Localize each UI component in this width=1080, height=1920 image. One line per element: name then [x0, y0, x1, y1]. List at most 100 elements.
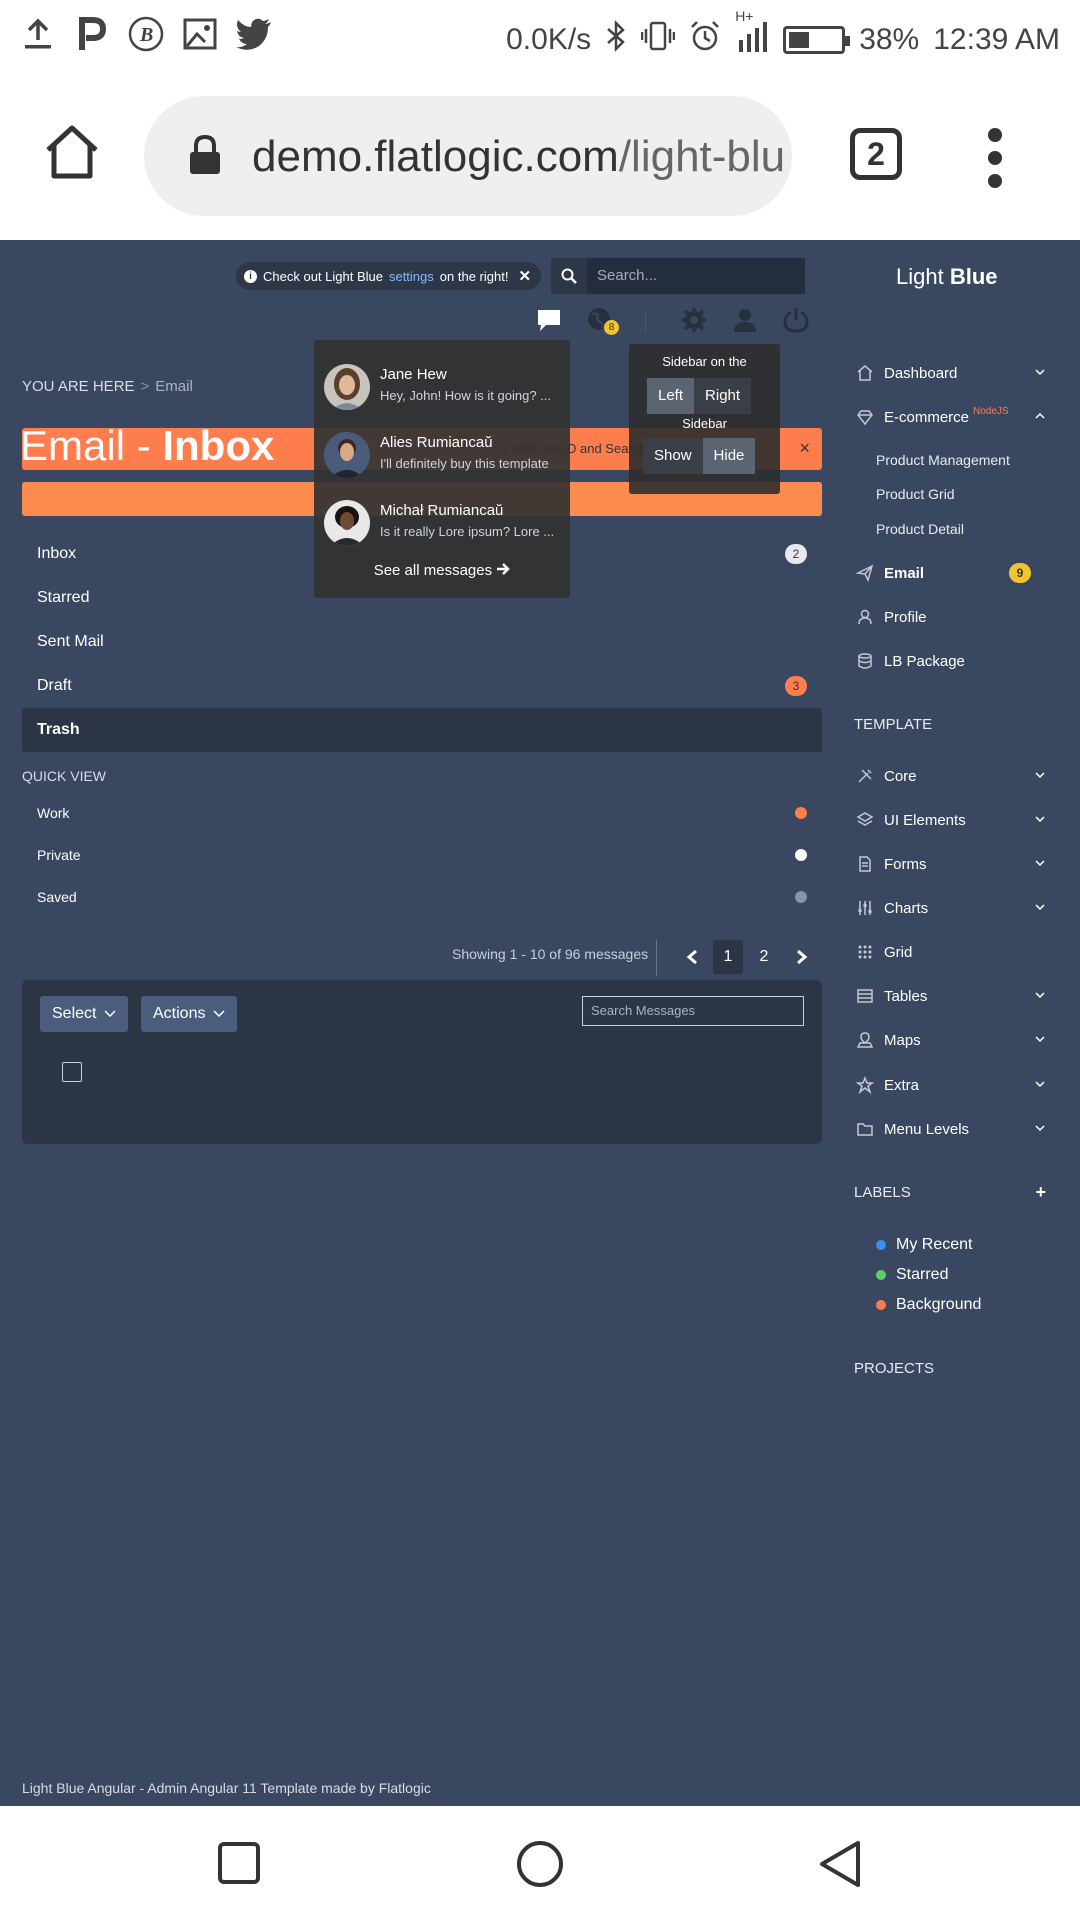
title-main: Email - — [20, 422, 163, 469]
table-icon — [857, 989, 873, 1003]
sidebar-item-tables[interactable]: Tables — [856, 981, 1056, 1011]
browser-menu-icon[interactable] — [988, 128, 1002, 188]
avatar — [324, 500, 370, 546]
sidebar-item-ecommerce[interactable]: E-commerce NodeJS — [856, 402, 1056, 432]
status-dot — [795, 849, 807, 861]
tab-switcher-button[interactable]: 2 — [850, 128, 902, 180]
sidebar-hide-button[interactable]: Hide — [702, 438, 756, 474]
folder-icon — [857, 1123, 873, 1136]
clock: 12:39 AM — [933, 23, 1060, 56]
prev-page-icon[interactable] — [682, 940, 702, 974]
sidebar-item-label: Email — [884, 564, 925, 582]
page-1[interactable]: 1 — [713, 940, 743, 974]
page-2[interactable]: 2 — [752, 940, 776, 974]
folder-count: 3 — [785, 676, 807, 696]
search-input[interactable]: Search... — [587, 258, 805, 294]
select-all-checkbox[interactable] — [62, 1062, 82, 1082]
label-item[interactable]: Background — [876, 1296, 981, 1314]
sidebar-item-lb-package[interactable]: LB Package — [856, 646, 1056, 676]
breadcrumb-separator: > — [140, 378, 150, 395]
chevron-down-icon — [213, 1010, 225, 1018]
label-item[interactable]: Starred — [876, 1266, 948, 1284]
notice-settings-link[interactable]: settings — [389, 269, 434, 284]
message-sender: Alies Rumiancaŭ — [380, 434, 493, 451]
sidebar-left-button[interactable]: Left — [647, 378, 695, 414]
search-messages-input[interactable]: Search Messages — [582, 996, 804, 1026]
alarm-icon — [689, 20, 721, 60]
sidebar-item-dashboard[interactable]: Dashboard — [856, 358, 1056, 388]
sidebar-position-toggle: Left Right — [647, 378, 752, 414]
next-page-icon[interactable] — [792, 940, 812, 974]
see-all-messages-link[interactable]: See all messages — [314, 562, 570, 579]
sidebar-item-ui-elements[interactable]: UI Elements — [856, 805, 1056, 835]
sidebar-item-label: Maps — [884, 1031, 921, 1049]
message-preview: Hey, John! How is it going? ... — [380, 388, 552, 403]
message-item[interactable]: Michał Rumiancaŭ Is it really Lore ipsum… — [324, 496, 564, 554]
sidebar-item-extra[interactable]: Extra — [856, 1070, 1056, 1100]
message-preview: I'll definitely buy this template — [380, 456, 549, 471]
sidebar-subitem-product-detail[interactable]: Product Detail — [876, 521, 964, 537]
message-panel: Select Actions Search Messages — [22, 980, 822, 1144]
power-icon[interactable] — [782, 306, 810, 334]
quick-view-saved[interactable]: Saved — [22, 876, 822, 918]
app-content: i Check out Light Blue settings on the r… — [0, 240, 1080, 1806]
sidebar-right-button[interactable]: Right — [694, 378, 752, 414]
address-bar[interactable]: demo.flatlogic.com/light-blu — [144, 96, 792, 216]
url-path: /light-blu — [618, 132, 786, 181]
diamond-icon — [857, 410, 873, 426]
select-dropdown[interactable]: Select — [40, 996, 129, 1032]
folder-draft[interactable]: Draft 3 — [22, 664, 822, 708]
chevron-down-icon — [1035, 904, 1045, 911]
message-item[interactable]: Jane Hew Hey, John! How is it going? ... — [324, 360, 564, 418]
email-count-badge: 9 — [1009, 563, 1031, 583]
quick-view-work[interactable]: Work — [22, 792, 822, 834]
sidebar-show-button[interactable]: Show — [643, 438, 703, 474]
message-sender: Michał Rumiancaŭ — [380, 502, 504, 519]
sidebar-item-core[interactable]: Core — [856, 761, 1056, 791]
sidebar-item-label: UI Elements — [884, 811, 966, 829]
sidebar-item-maps[interactable]: Maps — [856, 1025, 1056, 1055]
label-text: Background — [896, 1296, 982, 1313]
sidebar-item-profile[interactable]: Profile — [856, 602, 1056, 632]
quick-view-private[interactable]: Private — [22, 834, 822, 876]
battery-percent: 38% — [859, 23, 920, 56]
label-text: Starred — [896, 1266, 949, 1283]
messages-icon[interactable] — [535, 306, 563, 334]
chevron-down-icon — [1035, 860, 1045, 867]
notice-close-icon[interactable]: ✕ — [518, 267, 531, 285]
add-label-icon[interactable]: + — [1035, 1182, 1046, 1203]
message-item[interactable]: Alies Rumiancaŭ I'll definitely buy this… — [324, 428, 564, 486]
sidebar-subitem-product-grid[interactable]: Product Grid — [876, 486, 955, 502]
home-icon[interactable] — [42, 122, 102, 182]
sidebar-item-label: Forms — [884, 855, 927, 873]
lock-icon — [188, 134, 222, 176]
quick-view-title: QUICK VIEW — [22, 768, 107, 784]
status-dot — [795, 891, 807, 903]
sidebar-item-grid[interactable]: Grid — [856, 937, 1056, 967]
sidebar-item-email[interactable]: Email 9 — [856, 558, 1056, 588]
quick-view-list: Work Private Saved — [22, 792, 822, 918]
label-item[interactable]: My Recent — [876, 1236, 972, 1254]
recents-icon[interactable] — [218, 1842, 260, 1884]
search-icon — [551, 268, 587, 284]
sidebar-item-menu-levels[interactable]: Menu Levels — [856, 1114, 1056, 1144]
folder-sent-mail[interactable]: Sent Mail — [22, 620, 822, 664]
sidebar-item-forms[interactable]: Forms — [856, 849, 1056, 879]
folder-label: Inbox — [37, 545, 77, 562]
folder-trash[interactable]: Trash — [22, 708, 822, 752]
sidebar-item-charts[interactable]: Charts — [856, 893, 1056, 923]
alert-close-icon[interactable]: × — [799, 438, 810, 459]
document-icon — [859, 856, 871, 872]
gear-icon[interactable] — [680, 306, 708, 334]
gallery-icon — [180, 14, 220, 54]
sidebar-subitem-product-management[interactable]: Product Management — [876, 452, 1010, 468]
sliders-icon — [858, 901, 872, 915]
twitter-icon — [234, 14, 274, 54]
sidebar-item-label: Dashboard — [884, 364, 958, 382]
home-circle-icon[interactable] — [516, 1840, 564, 1888]
database-icon — [858, 653, 872, 669]
back-icon[interactable] — [818, 1840, 862, 1888]
avatar — [324, 364, 370, 410]
actions-dropdown[interactable]: Actions — [141, 996, 238, 1032]
user-icon[interactable] — [731, 306, 759, 334]
